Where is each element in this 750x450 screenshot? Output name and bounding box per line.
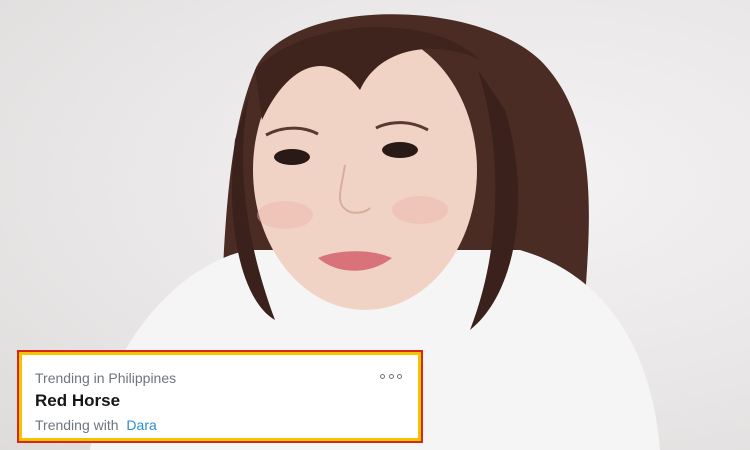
trend-title[interactable]: Red Horse	[35, 390, 402, 412]
more-options-icon	[380, 373, 385, 379]
trend-with-line: Trending with Dara	[35, 416, 402, 434]
more-options-icon	[397, 373, 402, 379]
screenshot-stage: Trending in Philippines Red Horse Trendi…	[0, 0, 750, 450]
more-options-button[interactable]	[380, 371, 402, 381]
trend-with-label: Trending with	[35, 417, 119, 433]
more-options-icon	[388, 373, 394, 379]
trend-card[interactable]: Trending in Philippines Red Horse Trendi…	[17, 350, 423, 443]
trend-with-name-link[interactable]: Dara	[126, 417, 156, 433]
trend-context: Trending in Philippines	[35, 370, 177, 386]
